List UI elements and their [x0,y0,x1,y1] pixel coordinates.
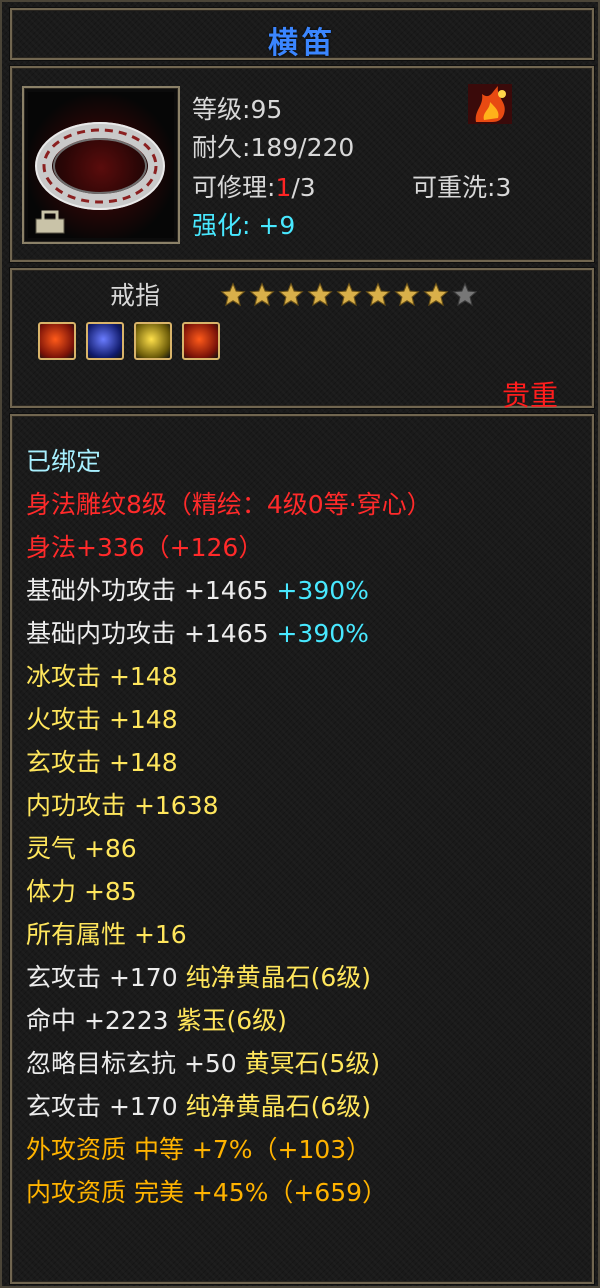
rarity-label: 贵重 [501,379,558,412]
durability-value: 189/220 [250,133,355,162]
attribute-extra: +390% [276,619,369,648]
level-value: 95 [250,95,283,124]
enhance-value: +9 [250,211,296,240]
attribute-text: 已绑定 [26,447,102,476]
attribute-line: 已绑定 [26,446,101,478]
star-rating [220,282,481,308]
attribute-text: 玄攻击 +170 [26,1092,186,1121]
attribute-line: 内功攻击 +1638 [26,790,219,822]
attribute-text: 身法+336（+126） [26,533,264,562]
attribute-text: 忽略目标玄抗 +50 [26,1049,245,1078]
rewash-row: 可重洗:3 [412,168,511,204]
attribute-line: 基础内功攻击 +1465 +390% [26,618,369,650]
attribute-text: 身法雕纹8级（精绘：4级0等·穿心） [26,490,432,519]
repair-used: 1 [275,173,292,202]
durability-label: 耐久: [192,133,251,162]
attribute-line: 命中 +2223 紫玉(6级) [26,1005,287,1037]
star-filled-icon [307,282,333,307]
attribute-line: 外攻资质 中等 +7%（+103） [26,1134,371,1166]
repair-total: /3 [291,173,316,202]
attribute-text: 玄攻击 +170 [26,963,186,992]
rewash-value: 3 [495,173,512,202]
attribute-line: 身法+336（+126） [26,532,263,564]
attribute-line: 忽略目标玄抗 +50 黄冥石(5级) [26,1048,380,1080]
level-row: 等级:95 [192,90,282,126]
red-gem-icon [38,322,76,360]
attribute-text: 基础内功攻击 +1465 [26,619,277,648]
item-name: 横笛 [268,26,336,61]
item-icon-frame [22,86,180,244]
item-type: 戒指 [110,281,161,310]
yellow-gem-icon [134,322,172,360]
attribute-text: 火攻击 +148 [26,705,178,734]
star-filled-icon [278,282,304,307]
attribute-text: 所有属性 +16 [26,920,187,949]
attribute-line: 火攻击 +148 [26,704,178,736]
attribute-text: 玄攻击 +148 [26,748,178,777]
attribute-line: 身法雕纹8级（精绘：4级0等·穿心） [26,489,432,521]
attribute-line: 内攻资质 完美 +45%（+659） [26,1177,387,1209]
attribute-extra: 纯净黄晶石(6级) [185,963,371,992]
attribute-line: 玄攻击 +148 [26,747,178,779]
item-tooltip: 横笛 等级:95 耐久:189/220 可修理:1/3 可重洗:3 强化: +9… [0,0,600,1288]
enhance-row: 强化: +9 [192,206,295,242]
attribute-extra: 纯净黄晶石(6级) [185,1092,371,1121]
star-filled-icon [365,282,391,307]
attribute-line: 冰攻击 +148 [26,661,178,693]
level-label: 等级: [192,95,251,124]
repair-label: 可修理: [192,173,276,202]
attribute-extra: +390% [276,576,369,605]
durability-row: 耐久:189/220 [192,128,354,164]
attribute-extra: 黄冥石(5级) [244,1049,381,1078]
attribute-text: 基础外功攻击 +1465 [26,576,277,605]
attribute-line: 体力 +85 [26,876,137,908]
attribute-line: 所有属性 +16 [26,919,187,951]
star-filled-icon [423,282,449,307]
attribute-text: 体力 +85 [26,877,137,906]
attribute-extra: 紫玉(6级) [176,1006,287,1035]
attribute-text: 灵气 +86 [26,834,137,863]
attribute-text: 外攻资质 中等 +7%（+103） [26,1135,372,1164]
attribute-text: 内功攻击 +1638 [26,791,219,820]
star-filled-icon [394,282,420,307]
title-bar: 横笛 [10,8,594,61]
attribute-text: 命中 +2223 [26,1006,177,1035]
attribute-line: 基础外功攻击 +1465 +390% [26,575,369,607]
star-filled-icon [220,282,246,307]
attribute-line: 玄攻击 +170 纯净黄晶石(6级) [26,1091,371,1123]
enhance-label: 强化: [192,211,251,240]
attribute-line: 玄攻击 +170 纯净黄晶石(6级) [26,962,371,994]
blue-gem-icon [86,322,124,360]
red-gem-icon [182,322,220,360]
star-empty-icon [452,282,478,307]
bound-lock-icon [34,210,66,234]
star-filled-icon [249,282,275,307]
rewash-label: 可重洗: [412,173,496,202]
attribute-line: 灵气 +86 [26,833,137,865]
fire-element-icon [468,84,512,124]
repair-row: 可修理:1/3 [192,168,316,204]
attribute-text: 冰攻击 +148 [26,662,178,691]
attribute-text: 内攻资质 完美 +45%（+659） [26,1178,388,1207]
star-filled-icon [336,282,362,307]
ring-icon [28,92,174,238]
